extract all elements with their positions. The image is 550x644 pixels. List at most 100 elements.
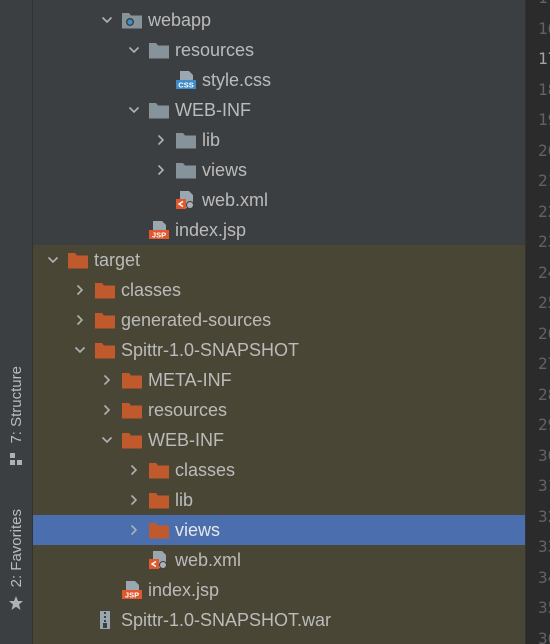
tree-row[interactable]: JSP index.jsp	[33, 575, 525, 605]
structure-tab-label: 7: Structure	[7, 366, 25, 444]
war-file-icon	[94, 610, 116, 630]
tree-item-label: web.xml	[175, 549, 242, 570]
tree-item-label: resources	[148, 399, 228, 420]
tree-item-label: WEB-INF	[148, 429, 224, 450]
editor-line-gutter: 1 16 17 18 19 20 21 22 23 24 25 26 27 28 29 30 31 32 33 34 3…	[525, 0, 550, 644]
tree-item-label: lib	[202, 129, 221, 150]
xml-file-icon	[148, 550, 170, 570]
svg-text:JSP: JSP	[125, 591, 139, 600]
tree-row[interactable]: JSP index.jsp	[33, 215, 525, 245]
tree-row[interactable]: views	[33, 515, 525, 545]
excluded-folder-icon	[94, 310, 116, 330]
chevron-right-icon[interactable]	[125, 455, 143, 485]
chevron-right-icon[interactable]	[98, 365, 116, 395]
line-number: 24	[538, 262, 550, 282]
star-icon	[8, 595, 24, 615]
tree-item-label: views	[202, 159, 248, 180]
tree-item-label: webapp	[148, 9, 212, 30]
line-number: 33	[538, 537, 550, 556]
tree-row[interactable]: classes	[33, 455, 525, 485]
tree-row[interactable]: WEB-INF	[33, 425, 525, 455]
tree-row[interactable]: target	[33, 245, 525, 275]
excluded-folder-icon	[121, 430, 143, 450]
line-number: 28	[538, 384, 550, 404]
tree-row[interactable]: webapp	[33, 5, 525, 35]
chevron-right-icon[interactable]	[152, 125, 170, 155]
line-number: 16	[538, 18, 550, 38]
tree-item-label: index.jsp	[175, 219, 247, 240]
line-number: 31	[538, 476, 550, 495]
chevron-down-icon[interactable]	[125, 95, 143, 125]
jsp-file-icon: JSP	[121, 580, 143, 600]
folder-icon	[175, 130, 197, 150]
tree-item-label: generated-sources	[121, 309, 272, 330]
excluded-folder-icon	[148, 460, 170, 480]
tree-row[interactable]: web.xml	[33, 185, 525, 215]
tree-row[interactable]: Spittr-1.0-SNAPSHOT.war	[33, 605, 525, 635]
svg-text:CSS: CSS	[178, 81, 193, 90]
chevron-right-icon[interactable]	[125, 515, 143, 545]
line-number: 23	[538, 232, 550, 251]
tree-item-label: resources	[175, 39, 255, 60]
tree-row[interactable]: resources	[33, 35, 525, 65]
excluded-folder-icon	[67, 250, 89, 270]
structure-tool-tab[interactable]: 7: Structure	[3, 350, 29, 470]
tree-row[interactable]: WEB-INF	[33, 95, 525, 125]
tree-item-label: target	[94, 249, 141, 270]
line-number: 21	[538, 171, 550, 190]
line-number: 26	[538, 323, 550, 343]
excluded-folder-icon	[94, 280, 116, 300]
line-number: 35	[538, 598, 550, 617]
favorites-tool-tab[interactable]: 2: Favorites	[3, 495, 29, 615]
chevron-down-icon[interactable]	[98, 5, 116, 35]
tree-row[interactable]: lib	[33, 485, 525, 515]
chevron-down-icon[interactable]	[44, 245, 62, 275]
line-number: 25	[538, 293, 550, 312]
chevron-down-icon[interactable]	[98, 425, 116, 455]
line-number: 27	[538, 354, 550, 373]
left-tool-window-strip: 7: Structure 2: Favorites	[0, 0, 33, 644]
tree-row[interactable]: web.xml	[33, 545, 525, 575]
excluded-folder-icon	[148, 520, 170, 540]
line-number: 32	[538, 506, 550, 526]
line-number: 36	[538, 628, 550, 644]
tree-row[interactable]: resources	[33, 395, 525, 425]
chevron-right-icon[interactable]	[71, 275, 89, 305]
chevron-down-icon[interactable]	[71, 335, 89, 365]
tree-item-label: Spittr-1.0-SNAPSHOT.war	[121, 609, 332, 630]
chevron-right-icon[interactable]	[98, 395, 116, 425]
tree-item-label: WEB-INF	[175, 99, 251, 120]
chevron-down-icon[interactable]	[125, 35, 143, 65]
project-tree[interactable]: webapp resources CSS style.css WEB-INF lib vie…	[33, 0, 525, 644]
webapp-folder-icon	[121, 10, 143, 30]
tree-row[interactable]: generated-sources	[33, 305, 525, 335]
tree-row[interactable]: Spittr-1.0-SNAPSHOT	[33, 335, 525, 365]
tree-item-label: style.css	[202, 69, 272, 90]
line-number: 34	[538, 567, 550, 587]
tree-item-label: classes	[175, 459, 236, 480]
line-number: 17	[538, 49, 550, 68]
tree-item-label: lib	[175, 489, 194, 510]
excluded-folder-icon	[121, 400, 143, 420]
line-number: 18	[538, 79, 550, 99]
line-number: 30	[538, 445, 550, 465]
line-number: 20	[538, 140, 550, 160]
chevron-right-icon[interactable]	[71, 305, 89, 335]
line-number: 22	[538, 201, 550, 221]
tree-row[interactable]: classes	[33, 275, 525, 305]
svg-text:JSP: JSP	[152, 231, 166, 240]
folder-icon	[175, 160, 197, 180]
jsp-file-icon: JSP	[148, 220, 170, 240]
line-number: 29	[538, 415, 550, 434]
chevron-right-icon[interactable]	[152, 155, 170, 185]
tree-row[interactable]: CSS style.css	[33, 65, 525, 95]
tree-item-label: classes	[121, 279, 182, 300]
tree-row[interactable]: lib	[33, 125, 525, 155]
chevron-right-icon[interactable]	[125, 485, 143, 515]
tree-row[interactable]: META-INF	[33, 365, 525, 395]
excluded-folder-icon	[148, 490, 170, 510]
excluded-folder-icon	[94, 340, 116, 360]
tree-item-label: Spittr-1.0-SNAPSHOT	[121, 339, 300, 360]
tree-item-label: web.xml	[202, 189, 269, 210]
tree-row[interactable]: views	[33, 155, 525, 185]
